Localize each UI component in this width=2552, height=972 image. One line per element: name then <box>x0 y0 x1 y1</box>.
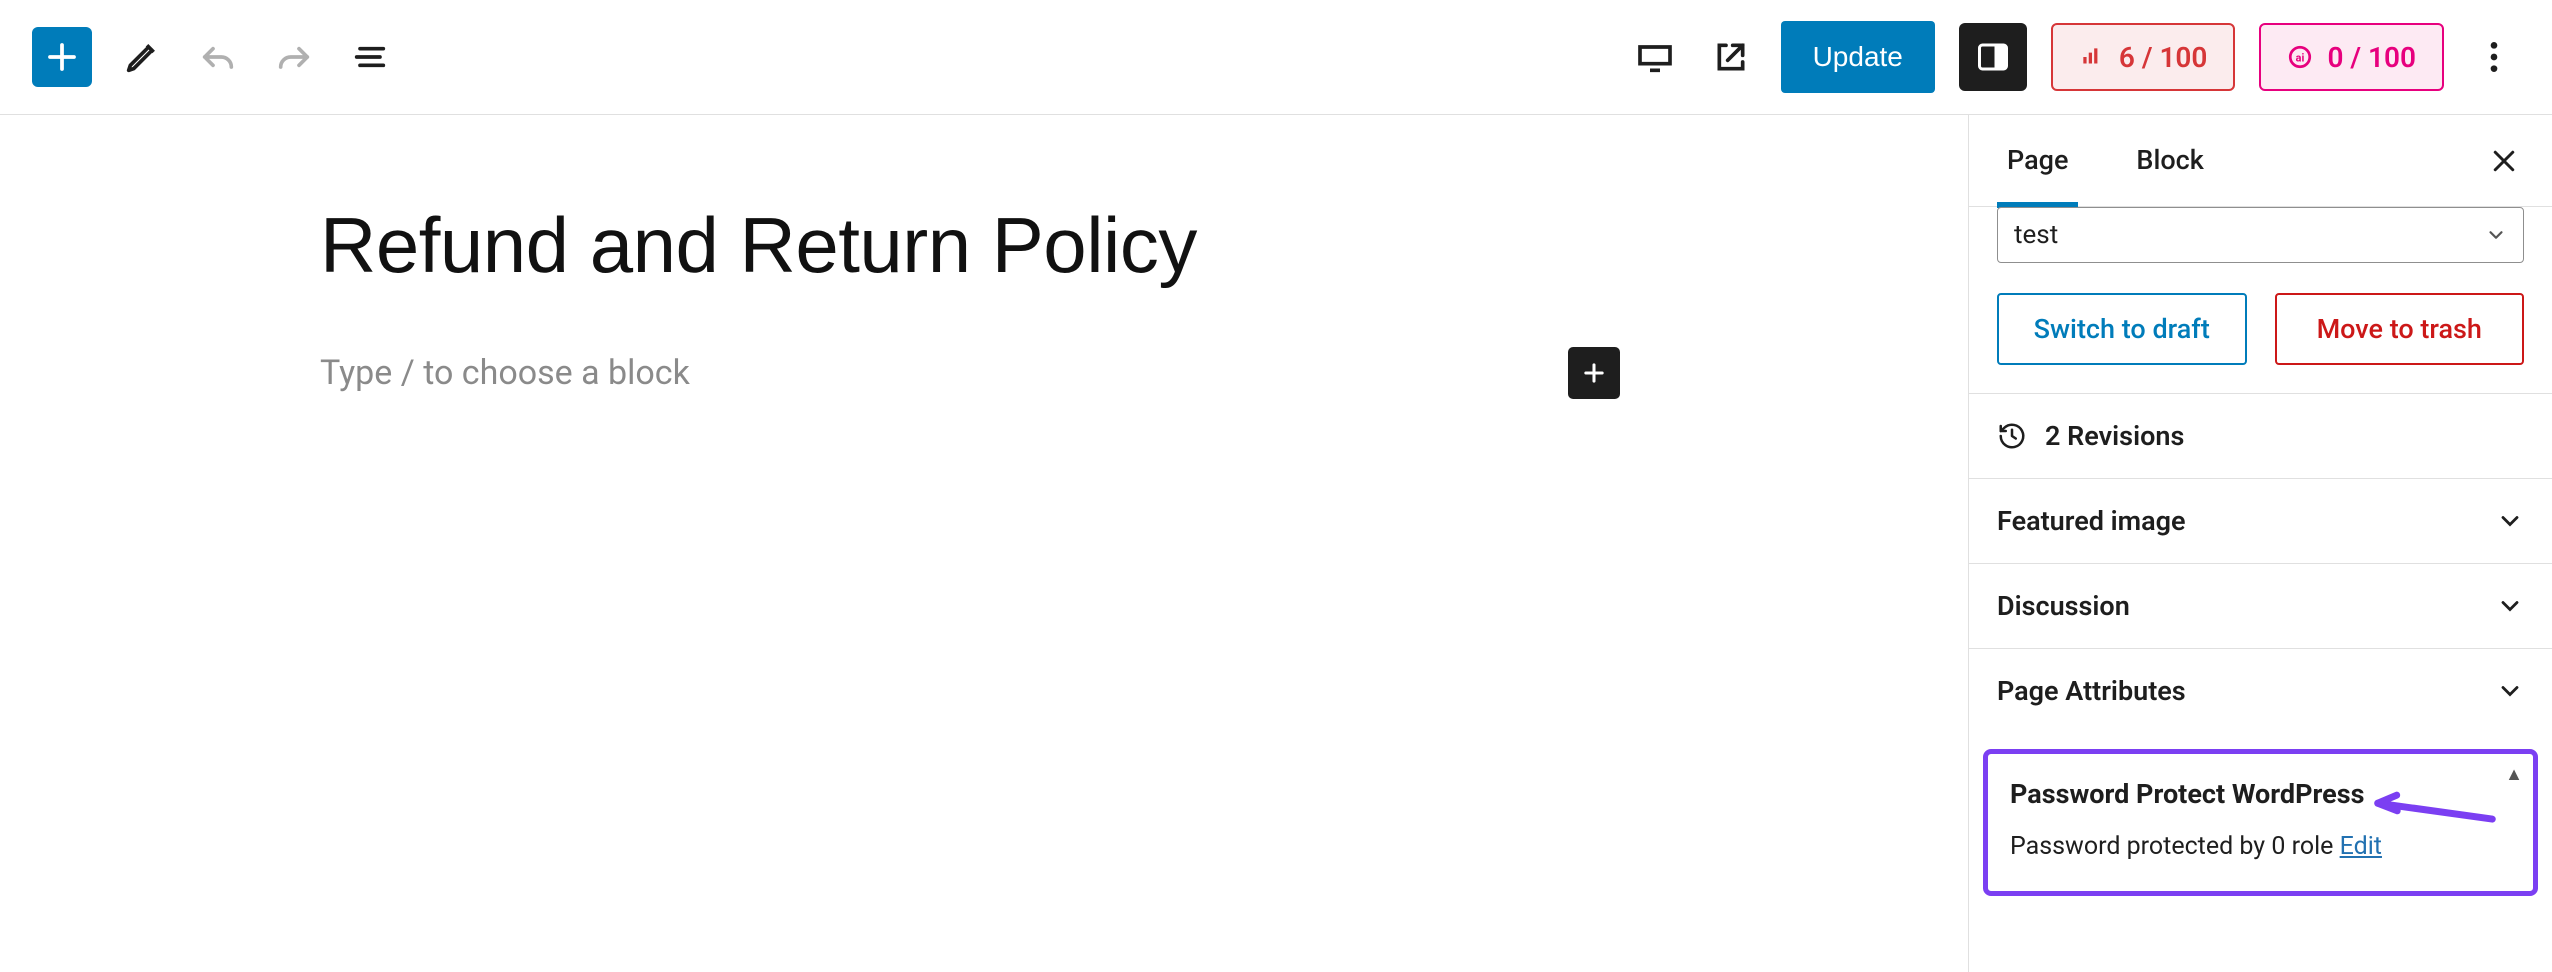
sidebar-body: test Switch to draft Move to trash 2 Rev… <box>1969 207 2552 910</box>
tools-button[interactable] <box>116 31 168 83</box>
discussion-label: Discussion <box>1997 590 2130 622</box>
page-attributes-panel[interactable]: Page Attributes <box>1969 648 2552 733</box>
revisions-row[interactable]: 2 Revisions <box>1969 393 2552 478</box>
sidebar-tabs: Page Block <box>1969 115 2552 207</box>
undo-button[interactable] <box>192 31 244 83</box>
tab-block[interactable]: Block <box>2126 114 2213 208</box>
settings-sidebar: Page Block test Switch to draft Move to … <box>1968 115 2552 972</box>
switch-to-draft-button[interactable]: Switch to draft <box>1997 293 2247 365</box>
document-overview-button[interactable] <box>344 31 396 83</box>
plus-icon <box>1580 359 1608 387</box>
desktop-icon <box>1635 37 1675 77</box>
plus-icon <box>44 39 80 75</box>
insert-block-button[interactable] <box>32 27 92 87</box>
chevron-down-icon <box>2496 507 2524 535</box>
collapse-caret-icon[interactable]: ▲ <box>2505 764 2523 785</box>
kebab-icon <box>2474 37 2514 77</box>
more-options-button[interactable] <box>2468 31 2520 83</box>
redo-icon <box>274 37 314 77</box>
workspace: Type / to choose a block Page Block test <box>0 115 2552 972</box>
external-link-icon <box>1711 37 1751 77</box>
bars-icon <box>2079 44 2105 70</box>
empty-block-row: Type / to choose a block <box>320 347 1620 399</box>
svg-text:ai: ai <box>2296 51 2305 64</box>
template-select[interactable]: test <box>1997 207 2524 263</box>
annotation-arrow <box>2351 739 2505 885</box>
pencil-icon <box>122 37 162 77</box>
move-to-trash-button[interactable]: Move to trash <box>2275 293 2525 365</box>
password-protect-edit-link[interactable]: Edit <box>2340 832 2382 861</box>
toolbar-right-group: Update 6 / 100 ai 0 / 100 <box>1629 21 2520 93</box>
chevron-down-icon <box>2485 224 2507 246</box>
undo-icon <box>198 37 238 77</box>
chevron-down-icon <box>2496 677 2524 705</box>
discussion-panel[interactable]: Discussion <box>1969 563 2552 648</box>
canvas-inner: Type / to choose a block <box>320 201 1620 399</box>
template-select-wrap: test <box>1969 207 2552 289</box>
preview-external-button[interactable] <box>1705 31 1757 83</box>
history-icon <box>1997 421 2027 451</box>
seo-score-text: 6 / 100 <box>2119 41 2208 74</box>
ai-score-text: 0 / 100 <box>2327 41 2416 74</box>
featured-image-panel[interactable]: Featured image <box>1969 478 2552 563</box>
page-attributes-label: Page Attributes <box>1997 675 2186 707</box>
page-title-input[interactable] <box>320 201 1620 291</box>
featured-image-label: Featured image <box>1997 505 2186 537</box>
status-actions-row: Switch to draft Move to trash <box>1969 289 2552 393</box>
close-sidebar-button[interactable] <box>2484 141 2524 181</box>
view-button[interactable] <box>1629 31 1681 83</box>
block-placeholder[interactable]: Type / to choose a block <box>320 353 1568 393</box>
chevron-down-icon <box>2496 592 2524 620</box>
password-protect-panel: ▲ Password Protect WordPress Password pr… <box>1983 749 2538 896</box>
toolbar-left-group <box>32 27 396 87</box>
redo-button[interactable] <box>268 31 320 83</box>
editor-canvas[interactable]: Type / to choose a block <box>0 115 1968 972</box>
close-icon <box>2489 146 2519 176</box>
ai-badge-icon: ai <box>2287 44 2313 70</box>
ai-score-badge[interactable]: ai 0 / 100 <box>2259 23 2444 91</box>
update-button[interactable]: Update <box>1781 21 1935 93</box>
list-icon <box>350 37 390 77</box>
settings-sidebar-toggle[interactable] <box>1959 23 2027 91</box>
revisions-label: 2 Revisions <box>2045 420 2184 452</box>
template-select-value: test <box>2014 220 2058 250</box>
tab-page[interactable]: Page <box>1997 114 2078 208</box>
seo-score-badge[interactable]: 6 / 100 <box>2051 23 2236 91</box>
top-toolbar: Update 6 / 100 ai 0 / 100 <box>0 0 2552 115</box>
sidebar-icon <box>1975 39 2011 75</box>
inline-add-block-button[interactable] <box>1568 347 1620 399</box>
password-protect-prefix: Password protected by 0 role <box>2010 832 2340 861</box>
